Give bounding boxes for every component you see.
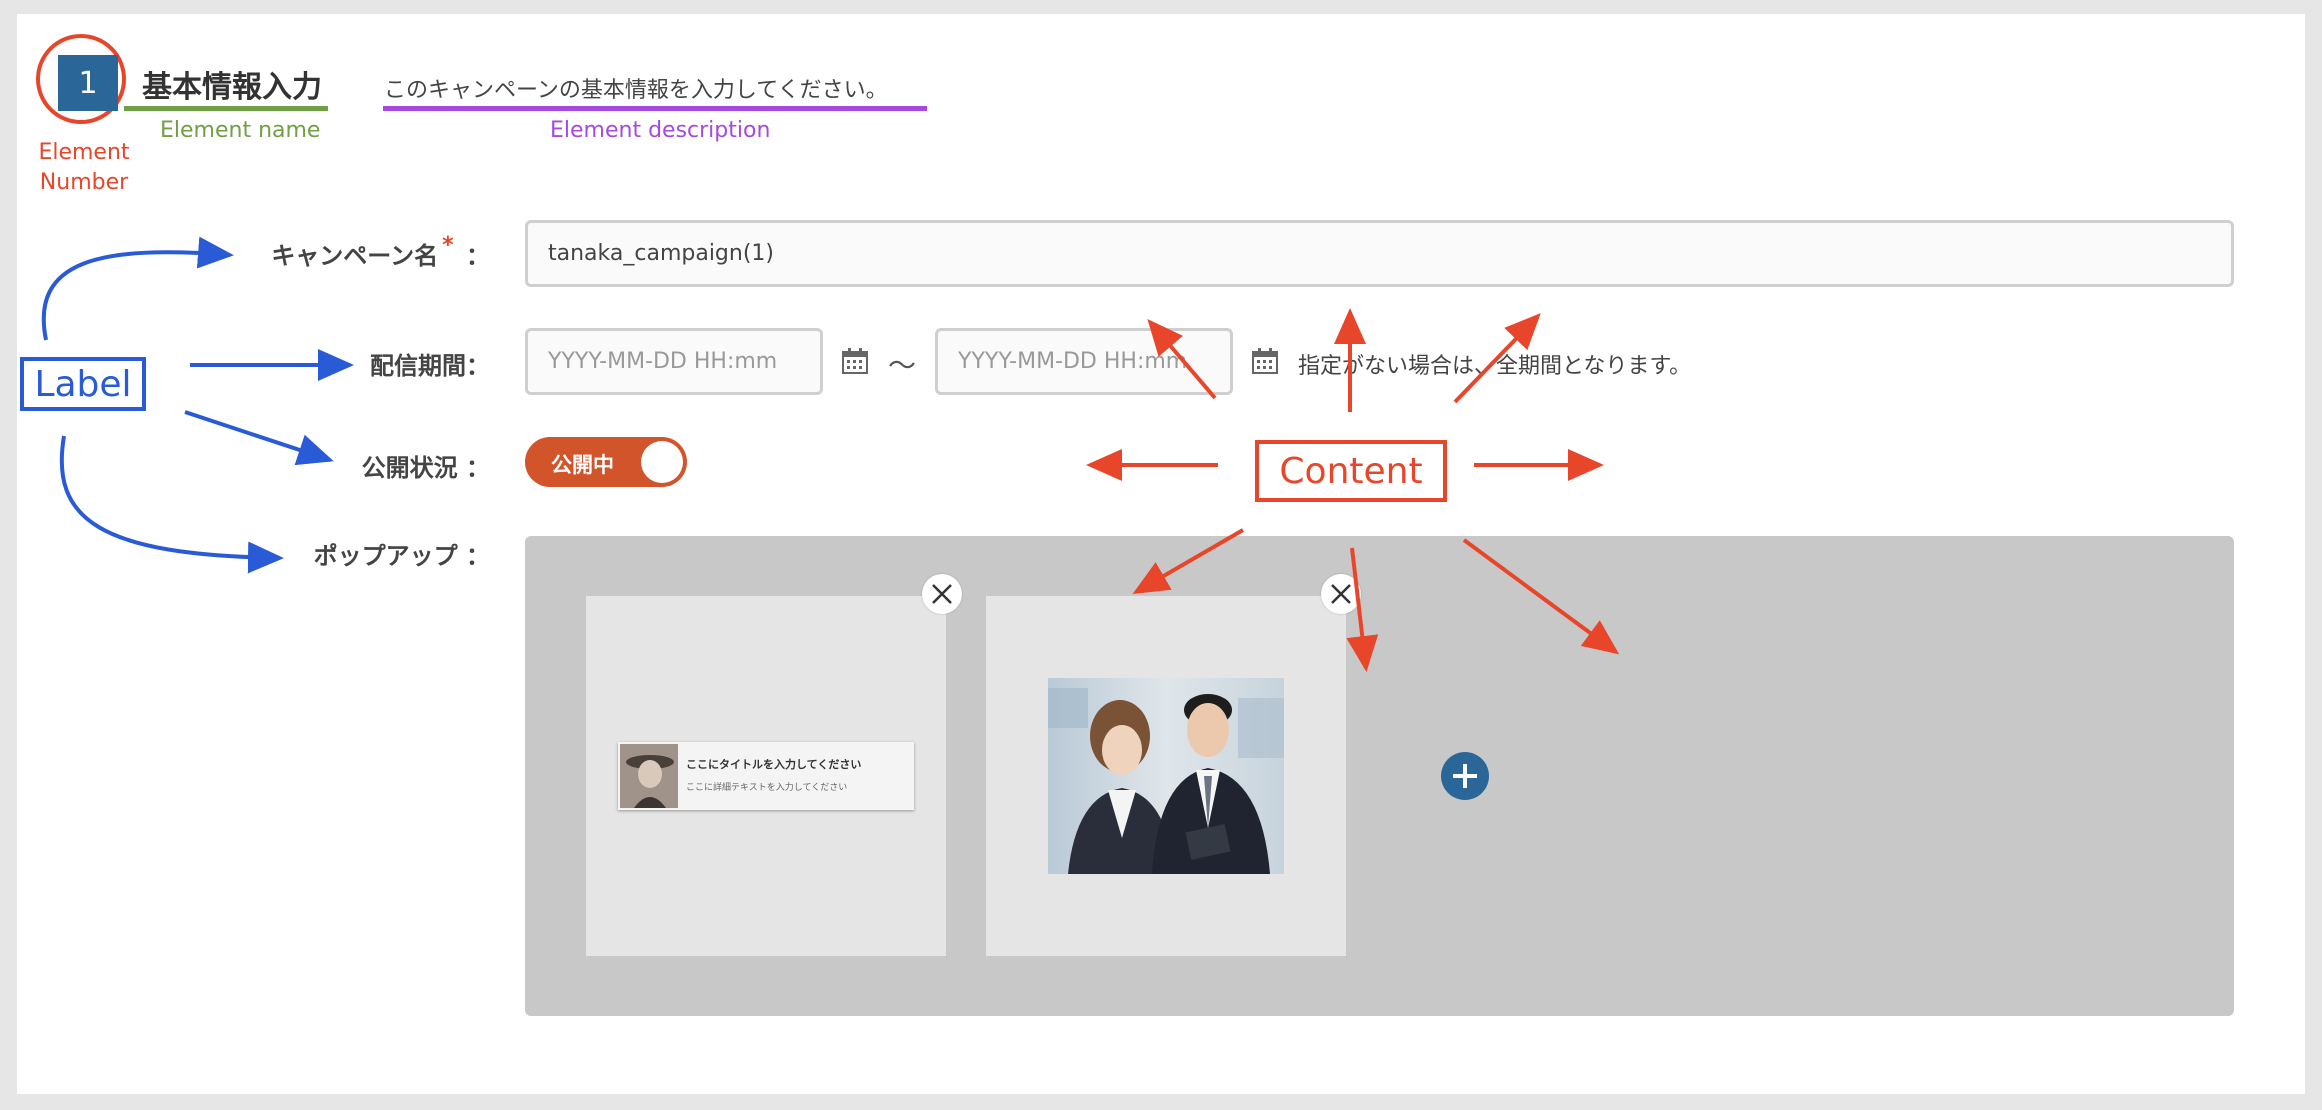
campaign-name-input[interactable] (525, 220, 2234, 287)
popup-label: ポップアップ ： (313, 542, 490, 570)
popup-photo-image (1048, 678, 1284, 874)
annotation-label-box: Label (20, 357, 146, 411)
date-range-separator: 〜 (888, 349, 917, 382)
plus-icon[interactable] (1441, 752, 1489, 800)
annotation-element-number: Element Number (38, 140, 130, 195)
toggle-label: 公開中 (551, 453, 614, 477)
publish-status-label: 公開状況 ： (361, 454, 490, 482)
delivery-period-hint: 指定がない場合は、全期間となります。 (1298, 354, 1692, 379)
section-description: このキャンペーンの基本情報を入力してください。 (384, 78, 888, 103)
section-title: 基本情報入力 (142, 70, 322, 105)
popup-banner-preview: ここにタイトルを入力してください ここに詳細テキストを入力してください (618, 742, 914, 810)
banner-title: ここにタイトルを入力してください (686, 758, 862, 771)
close-icon[interactable] (922, 574, 962, 614)
element-number-badge: 1 (58, 55, 118, 111)
element-description-underline (383, 106, 927, 111)
start-date-input[interactable] (525, 328, 823, 395)
close-icon[interactable] (1321, 574, 1361, 614)
end-date-input[interactable] (935, 328, 1233, 395)
delivery-period-label: 配信期間： (370, 352, 490, 380)
element-name-underline (124, 106, 328, 111)
annotation-element-description: Element description (550, 118, 771, 143)
calendar-icon[interactable] (842, 348, 868, 374)
publish-status-toggle[interactable]: 公開中 (525, 437, 687, 487)
required-mark: * (442, 233, 454, 258)
calendar-icon[interactable] (1252, 348, 1278, 374)
toggle-knob (641, 441, 683, 483)
banner-thumbnail-image (620, 744, 678, 808)
annotation-element-name: Element name (160, 118, 321, 143)
banner-text: ここに詳細テキストを入力してください (686, 783, 848, 793)
campaign-name-label: キャンペーン名 * ： (271, 233, 490, 270)
annotation-content-box: Content (1255, 440, 1447, 502)
